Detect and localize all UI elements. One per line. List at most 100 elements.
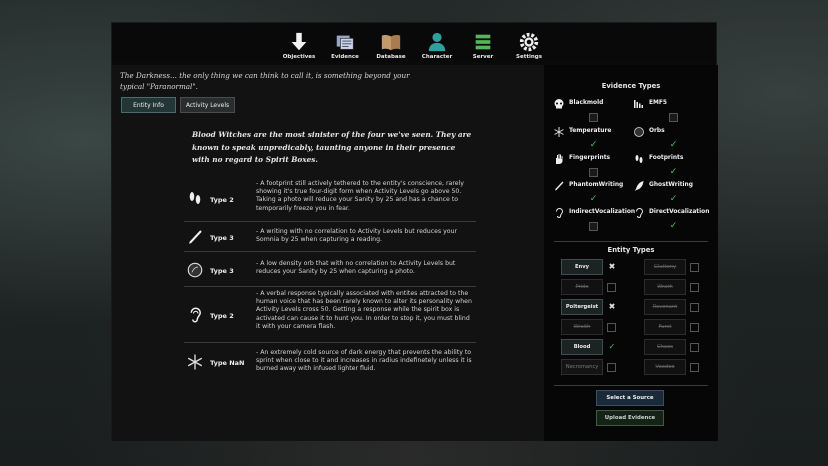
- evidence-text: - An extremely cold source of dark energ…: [256, 349, 472, 373]
- entity-furst[interactable]: Furst: [644, 319, 720, 335]
- evidence-type-orbs[interactable]: Orbs ✓: [629, 126, 713, 156]
- person-icon: [428, 32, 446, 52]
- footprint-icon: [189, 192, 201, 204]
- evidence-type-label: Temperature: [569, 128, 612, 134]
- nav-database[interactable]: Database: [369, 25, 413, 63]
- entity-blood[interactable]: Blood ✓: [561, 339, 637, 355]
- entity-voodoo[interactable]: Voodoo: [644, 359, 720, 375]
- evidence-text: - A verbal response typically associated…: [256, 290, 472, 330]
- entity-name: Voodoo: [644, 359, 686, 375]
- evidence-type-footprints[interactable]: Footprints ✓: [629, 153, 713, 183]
- evidence-type: Type 2: [210, 312, 234, 320]
- entity-name: Envy: [561, 259, 603, 275]
- entity-revenant[interactable]: Revenant: [644, 299, 720, 315]
- hand-icon: [556, 154, 563, 164]
- evidence-type-ghostwriting[interactable]: GhostWriting ✓: [629, 180, 713, 210]
- evidence-check-icon[interactable]: ✓: [589, 141, 598, 150]
- nav-evidence[interactable]: Evidence: [323, 25, 367, 63]
- pen-icon: [189, 230, 202, 244]
- x-icon[interactable]: ✖: [606, 301, 618, 313]
- check-icon[interactable]: ✓: [606, 341, 618, 353]
- evidence-checkbox[interactable]: [589, 168, 598, 177]
- evidence-icon: [336, 35, 354, 50]
- evidence-type-blackmold[interactable]: Blackmold: [549, 98, 633, 128]
- evidence-row: Type NaN - An extremely cold source of d…: [184, 343, 476, 381]
- tab-entity-info[interactable]: Entity Info: [121, 97, 176, 113]
- entity-checkbox[interactable]: [690, 323, 699, 332]
- evidence-type-emf5[interactable]: EMF5: [629, 98, 713, 128]
- evidence-type-label: EMF5: [649, 100, 668, 106]
- nav-label: Server: [472, 54, 494, 60]
- nav-label: Character: [421, 54, 453, 60]
- nav-settings[interactable]: Settings: [507, 25, 551, 63]
- entity-gluttony[interactable]: Gluttony: [644, 259, 720, 275]
- nav-character[interactable]: Character: [415, 25, 459, 63]
- evidence-type-indirectvocalization[interactable]: IndirectVocalization: [549, 207, 635, 237]
- entity-name: Necromancy: [561, 359, 603, 375]
- entity-envy[interactable]: Envy ✖: [561, 259, 637, 275]
- entity-wrath[interactable]: Wrath: [644, 279, 720, 295]
- evidence-checkbox[interactable]: [589, 113, 598, 122]
- entity-description: Blood Witches are the most sinister of t…: [192, 130, 472, 164]
- ear-icon: [556, 208, 564, 218]
- emf-icon: [634, 100, 643, 108]
- evidence-row: Type 2 - A verbal response typically ass…: [184, 287, 476, 343]
- upload-evidence-button[interactable]: Upload Evidence: [596, 410, 664, 426]
- nav-label: Objectives: [282, 54, 316, 60]
- entity-checkbox[interactable]: [607, 363, 616, 372]
- entity-chaos[interactable]: Chaos: [644, 339, 720, 355]
- evidence-row: Type 3 - A low density orb that with no …: [184, 252, 476, 287]
- evidence-type-label: Footprints: [649, 155, 684, 161]
- evidence-type: Type 3: [210, 267, 234, 275]
- select-source-dropdown[interactable]: Select a Source: [596, 390, 664, 406]
- entity-name: Gluttony: [644, 259, 686, 275]
- evidence-checkbox[interactable]: [669, 113, 678, 122]
- entity-name: Wrath: [644, 279, 686, 295]
- entity-checkbox[interactable]: [607, 323, 616, 332]
- divider: [554, 241, 708, 242]
- nav-label: Settings: [516, 54, 542, 60]
- evidence-text: - A writing with no correlation to Activ…: [256, 228, 458, 244]
- evidence-type: Type NaN: [210, 359, 245, 367]
- entity-name: Chaos: [644, 339, 686, 355]
- skull-icon: [554, 99, 564, 109]
- evidence-check-icon[interactable]: ✓: [669, 195, 678, 204]
- evidence-text: - A footprint still actively tethered to…: [256, 180, 464, 212]
- evidence-type-fingerprints[interactable]: Fingerprints: [549, 153, 633, 183]
- tab-activity-levels[interactable]: Activity Levels: [180, 97, 235, 113]
- evidence-type-directvocalization[interactable]: DirectVocalization ✓: [629, 207, 713, 237]
- entity-info-pane: The Darkness... the only thing we can th…: [112, 65, 544, 441]
- entity-types-title: Entity Types: [607, 246, 655, 254]
- entity-wraith[interactable]: Wraith: [561, 319, 637, 335]
- evidence-check-icon[interactable]: ✓: [669, 222, 678, 231]
- evidence-type-temperature[interactable]: Temperature ✓: [549, 126, 633, 156]
- snowflake-icon: [187, 354, 203, 370]
- evidence-type-label: Blackmold: [569, 100, 604, 106]
- evidence-checkbox[interactable]: [589, 222, 598, 231]
- evidence-sidebar: Evidence Types Blackmold EMF5 Temperatur…: [544, 65, 718, 441]
- evidence-type-label: Fingerprints: [569, 155, 611, 161]
- evidence-type: Type 2: [210, 196, 234, 204]
- entity-checkbox[interactable]: [690, 283, 699, 292]
- entity-poltergeist[interactable]: Poltergeist ✖: [561, 299, 637, 315]
- evidence-check-icon[interactable]: ✓: [589, 195, 598, 204]
- evidence-row: Type 3 - A writing with no correlation t…: [184, 222, 476, 252]
- server-icon: [475, 34, 491, 50]
- evidence-type-phantomwriting[interactable]: PhantomWriting ✓: [549, 180, 633, 210]
- x-icon[interactable]: ✖: [606, 261, 618, 273]
- entity-checkbox[interactable]: [690, 363, 699, 372]
- entity-checkbox[interactable]: [607, 283, 616, 292]
- book-icon: [381, 34, 401, 51]
- evidence-check-icon[interactable]: ✓: [669, 168, 678, 177]
- nav-server[interactable]: Server: [461, 25, 505, 63]
- evidence-check-icon[interactable]: ✓: [669, 141, 678, 150]
- entity-checkbox[interactable]: [690, 263, 699, 272]
- ear-icon: [636, 208, 644, 218]
- nav-objectives[interactable]: Objectives: [277, 25, 321, 63]
- entity-pride[interactable]: Pride: [561, 279, 637, 295]
- entity-necromancy[interactable]: Necromancy: [561, 359, 637, 375]
- gear-icon: [519, 32, 539, 52]
- entity-checkbox[interactable]: [690, 343, 699, 352]
- evidence-text: - A low density orb that with no correla…: [256, 260, 456, 276]
- entity-checkbox[interactable]: [690, 303, 699, 312]
